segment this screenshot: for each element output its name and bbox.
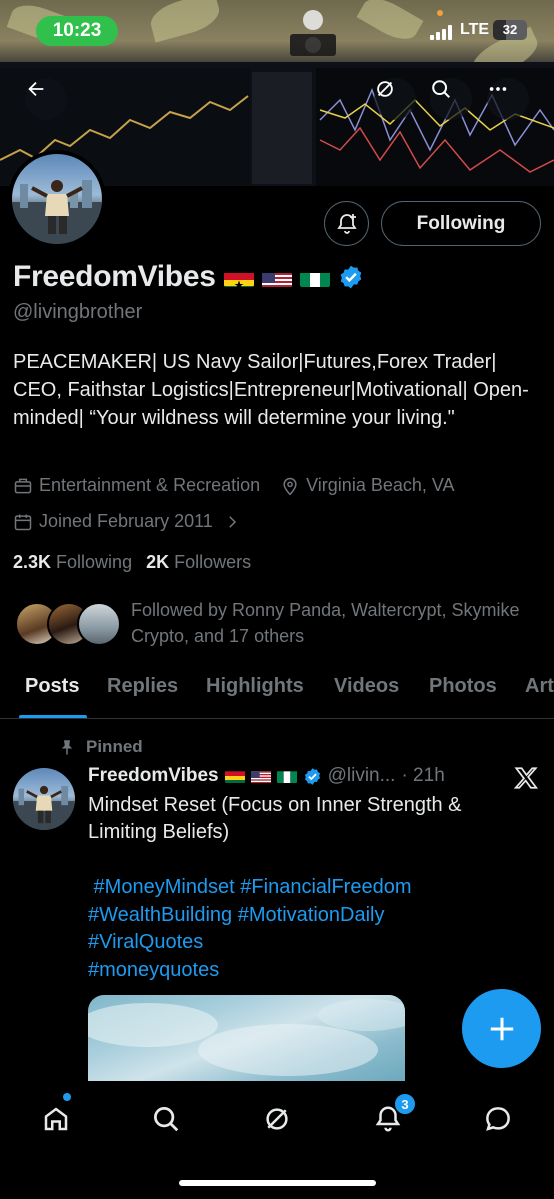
follow-counts: 2.3K Following 2K Followers	[13, 552, 251, 573]
post-media-image[interactable]	[88, 995, 405, 1085]
profile-avatar[interactable]	[8, 150, 106, 248]
status-time: 10:23	[36, 16, 118, 46]
more-button[interactable]	[487, 78, 529, 120]
verified-badge-icon	[340, 265, 361, 289]
profile-name-row: FreedomVibes	[13, 260, 364, 294]
profile-meta-row: Entertainment & Recreation Virginia Beac…	[13, 475, 455, 496]
search-icon	[432, 80, 450, 98]
home-icon	[44, 1107, 68, 1131]
compose-post-button[interactable]	[462, 989, 541, 1068]
nigeria-flag-icon	[276, 769, 297, 783]
chevron-right-icon	[229, 515, 236, 528]
network-label: LTE	[460, 21, 490, 38]
nav-search[interactable]	[146, 1099, 186, 1139]
post-author-handle: @livin...	[327, 765, 396, 786]
bell-plus-icon	[336, 213, 357, 234]
tab-highlights[interactable]: Highlights	[206, 675, 304, 698]
briefcase-icon	[14, 478, 32, 493]
grok-icon	[377, 81, 393, 97]
grok-button[interactable]	[374, 78, 416, 120]
tab-videos[interactable]: Videos	[334, 675, 399, 698]
hashtag-line[interactable]: #moneyquotes	[88, 957, 508, 985]
back-button[interactable]	[25, 78, 67, 120]
battery-indicator: 32	[493, 20, 527, 40]
active-tab-indicator	[19, 715, 87, 718]
post-header[interactable]: FreedomVibes @livin... · 21h	[88, 765, 445, 787]
post-hashtags[interactable]: #MoneyMindset #FinancialFreedom #WealthB…	[88, 874, 508, 984]
more-icon	[489, 87, 507, 91]
post-author-name[interactable]: FreedomVibes	[88, 765, 219, 787]
nav-messages[interactable]	[478, 1099, 518, 1139]
tab-photos[interactable]: Photos	[429, 675, 497, 698]
verified-badge-icon	[304, 767, 320, 785]
search-button[interactable]	[430, 78, 472, 120]
home-unread-dot	[63, 1093, 71, 1101]
profile-location: Virginia Beach, VA	[306, 475, 455, 495]
post-text: Mindset Reset (Focus on Inner Strength &…	[88, 794, 462, 843]
post-timestamp: · 21h	[401, 765, 445, 786]
notifications-badge: 3	[394, 1093, 416, 1115]
profile-bio: PEACEMAKER| US Navy Sailor|Futures,Forex…	[13, 351, 529, 429]
hashtag-line[interactable]: #MoneyMindset #FinancialFreedom	[88, 874, 508, 902]
location-pin-icon	[283, 477, 297, 495]
plus-icon	[490, 1017, 513, 1040]
search-icon	[154, 1107, 179, 1132]
profile-category: Entertainment & Recreation	[39, 475, 261, 495]
tab-replies[interactable]: Replies	[107, 675, 178, 698]
following-button[interactable]: Following	[381, 201, 541, 246]
profile-handle: @livingbrother	[13, 301, 143, 323]
hashtag-line[interactable]: #WealthBuilding #MotivationDaily	[88, 902, 508, 930]
nav-grok[interactable]	[257, 1099, 297, 1139]
grok-icon	[266, 1108, 288, 1130]
following-count-link[interactable]: 2.3K Following	[13, 552, 132, 573]
nav-home[interactable]	[36, 1099, 76, 1139]
profile-joined: Joined February 2011	[39, 511, 213, 531]
followers-count-link[interactable]: 2K Followers	[146, 552, 251, 573]
privacy-indicator	[437, 10, 443, 16]
profile-tabs: Posts Replies Highlights Videos Photos A…	[0, 665, 554, 719]
usa-flag-icon	[250, 769, 271, 783]
followed-by-avatars[interactable]	[15, 602, 125, 648]
nigeria-flag-icon	[299, 267, 330, 287]
home-indicator	[179, 1180, 376, 1186]
tab-posts[interactable]: Posts	[25, 675, 79, 698]
pin-icon	[61, 740, 73, 755]
profile-joined-row[interactable]: Joined February 2011	[13, 511, 241, 532]
tab-articles[interactable]: Art	[525, 675, 554, 698]
post-author-avatar[interactable]	[13, 768, 75, 830]
back-arrow-icon	[28, 81, 44, 97]
x-logo-icon	[513, 767, 539, 789]
bottom-navigation: 3	[0, 1081, 554, 1199]
messages-icon	[486, 1107, 510, 1131]
followed-by-text[interactable]: Followed by Ronny Panda, Waltercrypt, Sk…	[131, 597, 546, 649]
ghana-flag-icon	[224, 769, 245, 783]
display-name: FreedomVibes	[13, 260, 216, 293]
calendar-icon	[14, 514, 32, 530]
hashtag-line[interactable]: #ViralQuotes	[88, 929, 508, 957]
usa-flag-icon	[261, 267, 292, 287]
pinned-label: Pinned	[58, 737, 143, 757]
signal-icon	[430, 24, 456, 40]
notify-subscribe-button[interactable]	[324, 201, 369, 246]
ghana-flag-icon	[223, 267, 254, 287]
